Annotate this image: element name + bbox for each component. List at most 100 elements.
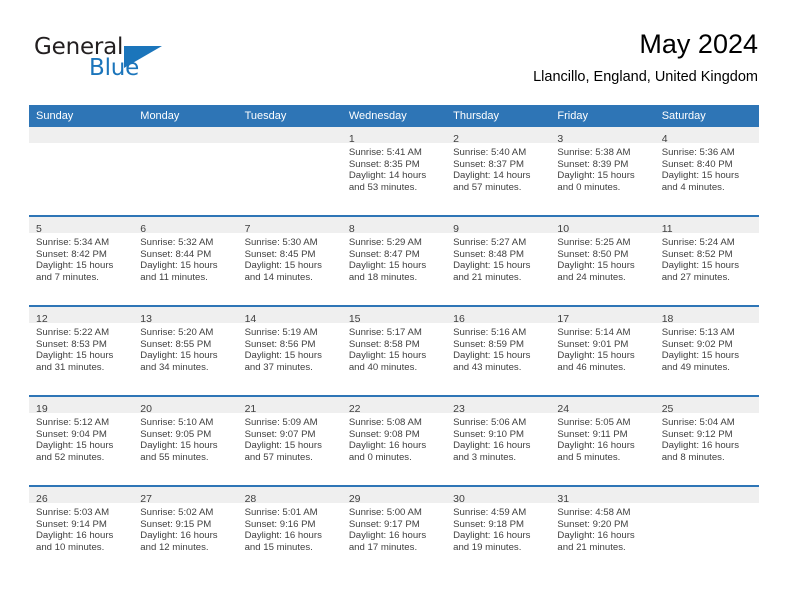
calendar-cell-empty [29,127,134,216]
calendar-day-cell[interactable]: 31 Sunrise: 4:58 AM Sunset: 9:20 PM Dayligh… [550,485,655,575]
calendar-day-cell[interactable]: 3 Sunrise: 5:38 AM Sunset: 8:39 PM Daylight… [550,127,655,216]
calendar-day-cell[interactable]: 15 Sunrise: 5:17 AM Sunset: 8:58 PM Dayligh… [341,305,447,396]
sunset-text: Sunset: 9:08 PM [348,428,420,440]
day-details: Sunrise: 5:02 AM Sunset: 9:15 PM Daylight:… [133,503,237,553]
daylight-text-line2: and 52 minutes. [36,451,105,463]
sunset-text: Sunset: 8:56 PM [244,338,316,350]
calendar-day-cell[interactable]: 16 Sunrise: 5:16 AM Sunset: 8:59 PM Dayligh… [446,305,551,396]
day-number: 26 [36,493,48,505]
calendar-day-cell[interactable]: 14 Sunrise: 5:19 AM Sunset: 8:56 PM Dayligh… [237,305,342,396]
day-number-strip: 22 [341,397,447,415]
day-number-strip: 31 [550,487,655,505]
title-block: May 2024 Llancillo, England, United King… [533,28,758,86]
day-details: Sunrise: 5:01 AM Sunset: 9:16 PM Daylight:… [238,503,342,553]
calendar-day-cell[interactable]: 23 Sunrise: 5:06 AM Sunset: 9:10 PM Dayligh… [446,395,551,486]
day-number: 28 [244,493,257,505]
day-number: 22 [348,403,361,415]
calendar-day-cell[interactable]: 11 Sunrise: 5:24 AM Sunset: 8:52 PM Dayligh… [654,215,759,306]
daylight-text-line2: and 17 minutes. [348,541,418,553]
calendar-day-cell[interactable]: 7 Sunrise: 5:30 AM Sunset: 8:45 PM Daylight… [237,215,342,306]
day-number-strip: 7 [237,217,342,235]
sunrise-text: Sunrise: 5:27 AM [453,237,527,248]
sunset-text: Sunset: 8:48 PM [453,248,525,260]
day-number: 1 [348,133,355,145]
weekday-header-friday: Friday [550,105,655,127]
calendar-day-cell[interactable]: 26 Sunrise: 5:03 AM Sunset: 9:14 PM Dayligh… [29,485,134,575]
calendar-day-cell[interactable]: 10 Sunrise: 5:25 AM Sunset: 8:50 PM Dayligh… [550,215,655,306]
calendar-day-cell[interactable]: 5 Sunrise: 5:34 AM Sunset: 8:42 PM Daylight… [29,215,134,306]
calendar-day-cell[interactable]: 17 Sunrise: 5:14 AM Sunset: 9:01 PM Dayligh… [550,305,655,396]
calendar-cell-empty [133,127,238,216]
sunrise-text: Sunrise: 5:20 AM [140,327,214,338]
day-number-strip: 1 [341,127,447,145]
day-number: 25 [661,403,674,415]
calendar-cell-empty [237,127,342,216]
day-details: Sunrise: 5:17 AM Sunset: 8:58 PM Daylight:… [342,323,446,373]
daylight-text-line1: Daylight: 16 hours [661,440,740,452]
calendar-day-cell[interactable]: 30 Sunrise: 4:59 AM Sunset: 9:18 PM Dayligh… [446,485,551,575]
calendar-day-cell[interactable]: 28 Sunrise: 5:01 AM Sunset: 9:16 PM Dayligh… [237,485,342,575]
day-details: Sunrise: 4:59 AM Sunset: 9:18 PM Daylight:… [446,503,550,553]
calendar-day-cell[interactable]: 13 Sunrise: 5:20 AM Sunset: 8:55 PM Dayligh… [133,305,238,396]
day-number-strip: 24 [550,397,655,415]
sunset-text: Sunset: 8:39 PM [557,158,629,170]
day-number-strip: 16 [446,307,551,325]
day-number: 31 [557,493,570,505]
day-number-strip: 19 [29,397,134,415]
day-details: Sunrise: 5:03 AM Sunset: 9:14 PM Daylight:… [29,503,133,553]
calendar-day-cell[interactable]: 4 Sunrise: 5:36 AM Sunset: 8:40 PM Daylight… [654,127,759,216]
calendar-day-cell[interactable]: 22 Sunrise: 5:08 AM Sunset: 9:08 PM Dayligh… [341,395,447,486]
calendar-day-cell[interactable]: 27 Sunrise: 5:02 AM Sunset: 9:15 PM Dayligh… [133,485,238,575]
calendar-day-cell[interactable]: 12 Sunrise: 5:22 AM Sunset: 8:53 PM Dayligh… [29,305,134,396]
sunset-text: Sunset: 9:14 PM [36,518,107,530]
calendar-day-cell[interactable]: 8 Sunrise: 5:29 AM Sunset: 8:47 PM Daylight… [341,215,447,306]
sunset-text: Sunset: 8:44 PM [140,248,212,260]
calendar-day-cell[interactable]: 21 Sunrise: 5:09 AM Sunset: 9:07 PM Dayligh… [237,395,342,486]
day-details: Sunrise: 5:40 AM Sunset: 8:37 PM Daylight:… [446,143,550,193]
calendar-day-cell[interactable]: 6 Sunrise: 5:32 AM Sunset: 8:44 PM Daylight… [133,215,238,306]
day-number: 16 [453,313,465,325]
day-number-strip: 25 [654,397,759,415]
sunset-text: Sunset: 8:45 PM [244,248,316,260]
calendar-day-cell[interactable]: 18 Sunrise: 5:13 AM Sunset: 9:02 PM Dayligh… [654,305,759,396]
day-details: Sunrise: 5:41 AM Sunset: 8:35 PM Daylight:… [342,143,446,193]
day-number: 6 [140,223,147,235]
weekday-header-saturday: Saturday [654,105,759,127]
day-number: 27 [140,493,152,505]
sunrise-text: Sunrise: 5:02 AM [140,507,214,518]
calendar-day-cell[interactable]: 19 Sunrise: 5:12 AM Sunset: 9:04 PM Dayligh… [29,395,134,486]
sunset-text: Sunset: 8:47 PM [348,248,420,260]
day-details: Sunrise: 5:38 AM Sunset: 8:39 PM Daylight:… [550,143,654,193]
sunset-text: Sunset: 8:53 PM [36,338,107,350]
calendar-week-row: 5 Sunrise: 5:34 AM Sunset: 8:42 PM Daylight… [29,215,759,306]
daylight-text-line2: and 0 minutes. [348,451,412,463]
daylight-text-line1: Daylight: 15 hours [36,350,114,362]
day-details: Sunrise: 5:10 AM Sunset: 9:05 PM Daylight:… [133,413,237,463]
day-number: 14 [244,313,257,325]
calendar-day-cell[interactable]: 29 Sunrise: 5:00 AM Sunset: 9:17 PM Dayligh… [341,485,447,575]
sunrise-text: Sunrise: 5:00 AM [348,507,422,518]
sunset-text: Sunset: 8:50 PM [557,248,629,260]
sunrise-text: Sunrise: 5:08 AM [348,417,422,428]
calendar-day-cell[interactable]: 25 Sunrise: 5:04 AM Sunset: 9:12 PM Dayligh… [654,395,759,486]
sunrise-text: Sunrise: 5:22 AM [36,327,110,338]
day-number: 24 [557,403,570,415]
calendar-day-cell[interactable]: 2 Sunrise: 5:40 AM Sunset: 8:37 PM Daylight… [446,127,551,216]
daylight-text-line2: and 55 minutes. [140,451,209,463]
daylight-text-line1: Daylight: 16 hours [244,530,322,542]
calendar-day-cell[interactable]: 20 Sunrise: 5:10 AM Sunset: 9:05 PM Dayligh… [133,395,238,486]
day-number-strip: 5 [29,217,134,235]
calendar-day-cell[interactable]: 24 Sunrise: 5:05 AM Sunset: 9:11 PM Dayligh… [550,395,655,486]
daylight-text-line1: Daylight: 16 hours [140,530,218,542]
daylight-text-line1: Daylight: 15 hours [348,260,427,272]
sunset-text: Sunset: 9:17 PM [348,518,420,530]
sunrise-text: Sunrise: 5:06 AM [453,417,527,428]
calendar-day-cell[interactable]: 9 Sunrise: 5:27 AM Sunset: 8:48 PM Daylight… [446,215,551,306]
calendar-day-cell[interactable]: 1 Sunrise: 5:41 AM Sunset: 8:35 PM Daylight… [341,127,447,216]
day-number-strip: 2 [446,127,551,145]
daylight-text-line2: and 12 minutes. [140,541,209,553]
day-details: Sunrise: 5:16 AM Sunset: 8:59 PM Daylight:… [446,323,550,373]
day-number: 19 [36,403,48,415]
daylight-text-line1: Daylight: 15 hours [244,350,322,362]
day-number-strip: 13 [133,307,238,325]
